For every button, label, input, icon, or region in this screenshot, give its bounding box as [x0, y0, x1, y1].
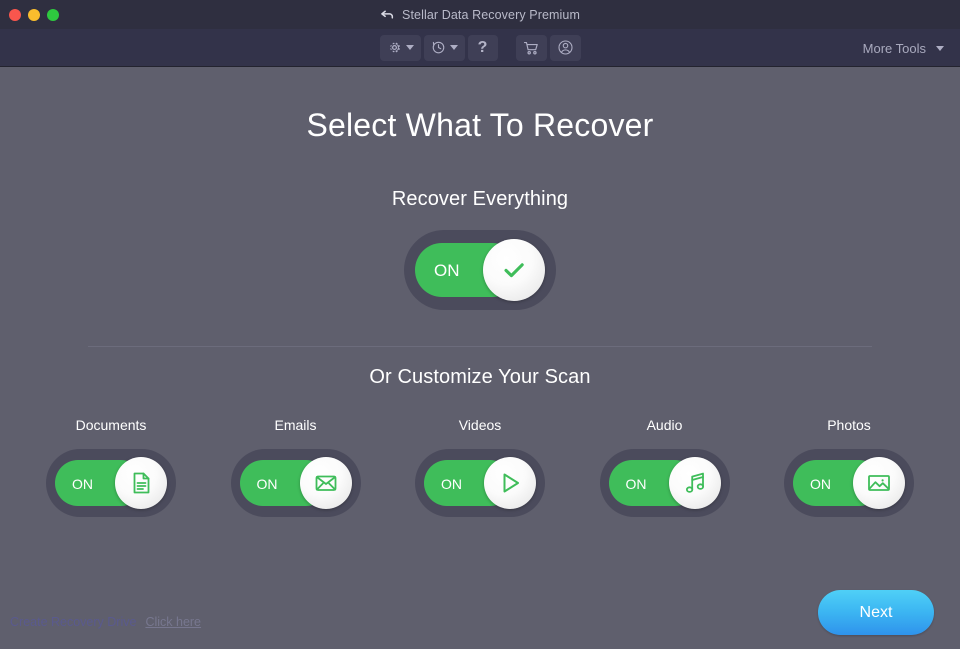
category-label: Documents [76, 417, 147, 433]
play-icon [496, 469, 524, 497]
category-label: Videos [459, 417, 502, 433]
minimize-button[interactable] [28, 9, 40, 21]
help-button[interactable]: ? [468, 35, 498, 61]
chevron-down-icon [450, 45, 458, 50]
account-button[interactable] [550, 35, 581, 61]
toggle-state-label: ON [626, 476, 647, 492]
category-toggle-grid: Documents ON [0, 417, 960, 517]
documents-toggle[interactable]: ON [46, 449, 176, 517]
history-button[interactable] [424, 35, 465, 61]
toggle-state-label: ON [441, 476, 462, 492]
chevron-down-icon [936, 46, 944, 51]
traffic-lights [9, 0, 59, 29]
category-videos: Videos ON [405, 417, 555, 517]
section-divider [88, 346, 872, 347]
envelope-icon [312, 469, 340, 497]
category-label: Photos [827, 417, 871, 433]
window-title-group: Stellar Data Recovery Premium [380, 8, 580, 22]
videos-toggle[interactable]: ON [415, 449, 545, 517]
toggle-state-label: ON [810, 476, 831, 492]
toggle-knob [483, 239, 545, 301]
category-label: Audio [647, 417, 683, 433]
emails-toggle[interactable]: ON [231, 449, 361, 517]
toolbar-group-account [516, 35, 581, 61]
maximize-button[interactable] [47, 9, 59, 21]
user-account-icon [557, 39, 574, 56]
category-audio: Audio ON [590, 417, 740, 517]
titlebar: Stellar Data Recovery Premium [0, 0, 960, 29]
app-window: Stellar Data Recovery Premium [0, 0, 960, 649]
toggle-knob [669, 457, 721, 509]
toggle-knob [115, 457, 167, 509]
page-title: Select What To Recover [0, 67, 960, 144]
back-arrow-icon[interactable] [380, 8, 395, 21]
toolbar-group-primary: ? [380, 35, 498, 61]
toggle-state-label: ON [257, 476, 278, 492]
audio-toggle[interactable]: ON [600, 449, 730, 517]
toolbar: ? [0, 29, 960, 67]
footer: Create Recovery Drive Click here Next [0, 585, 960, 649]
question-mark-icon: ? [478, 40, 488, 56]
shopping-cart-icon [523, 40, 540, 56]
photos-toggle[interactable]: ON [784, 449, 914, 517]
category-documents: Documents ON [36, 417, 186, 517]
settings-button[interactable] [380, 35, 421, 61]
main-content: Select What To Recover Recover Everythin… [0, 67, 960, 649]
create-recovery-drive-link[interactable]: Click here [145, 615, 201, 629]
category-emails: Emails ON [221, 417, 371, 517]
create-recovery-drive: Create Recovery Drive Click here [10, 615, 201, 629]
toggle-state-label: ON [434, 261, 460, 281]
category-label: Emails [274, 417, 316, 433]
customize-scan-label: Or Customize Your Scan [0, 366, 960, 389]
more-tools-menu[interactable]: More Tools [863, 29, 944, 67]
toggle-knob [853, 457, 905, 509]
toolbar-button-groups: ? [380, 35, 581, 61]
create-recovery-drive-label: Create Recovery Drive [10, 615, 136, 629]
document-icon [127, 469, 155, 497]
toggle-knob [484, 457, 536, 509]
gear-icon [387, 40, 402, 55]
history-clock-icon [431, 40, 446, 55]
toggle-state-label: ON [72, 476, 93, 492]
recover-everything-toggle[interactable]: ON [404, 230, 556, 310]
window-title: Stellar Data Recovery Premium [402, 8, 580, 22]
image-icon [865, 469, 893, 497]
category-photos: Photos ON [774, 417, 924, 517]
more-tools-label: More Tools [863, 41, 926, 56]
recover-everything-label: Recover Everything [0, 188, 960, 211]
checkmark-icon [499, 255, 529, 285]
master-toggle-row: ON [0, 230, 960, 310]
music-note-icon [681, 469, 709, 497]
chevron-down-icon [406, 45, 414, 50]
next-button[interactable]: Next [818, 590, 934, 635]
cart-button[interactable] [516, 35, 547, 61]
close-button[interactable] [9, 9, 21, 21]
toggle-knob [300, 457, 352, 509]
